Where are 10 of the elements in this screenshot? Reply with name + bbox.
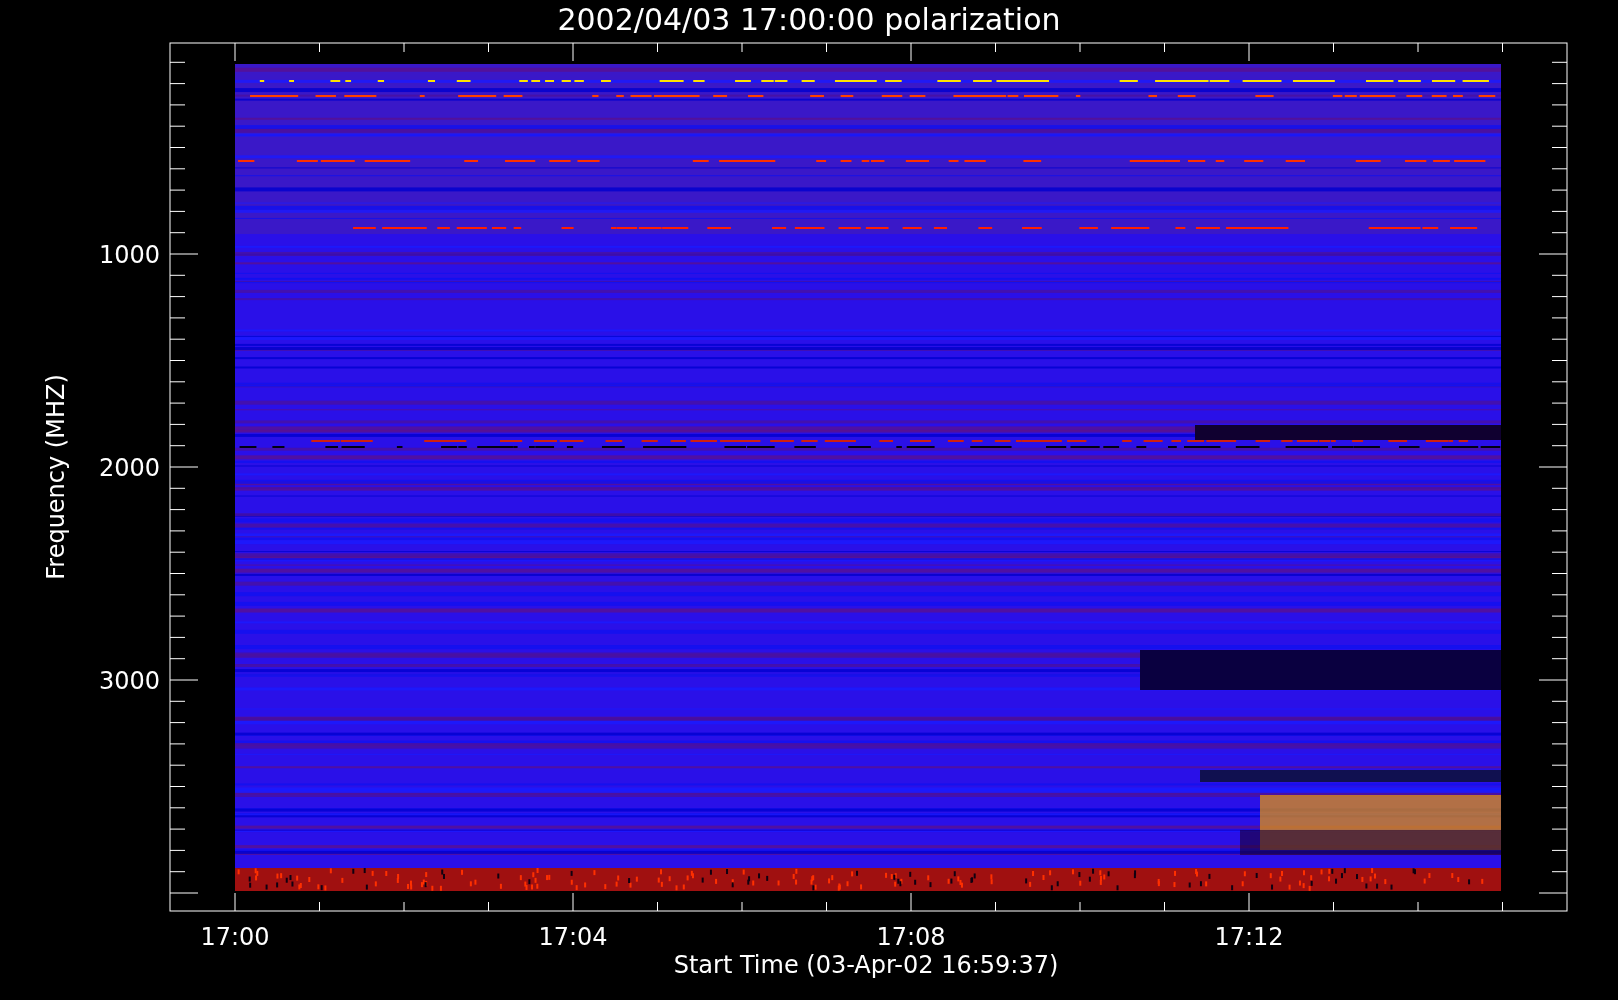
y-tick-label: 1000 xyxy=(98,241,160,269)
x-tick-label: 17:12 xyxy=(1214,923,1284,951)
x-tick-label: 17:08 xyxy=(876,923,946,951)
x-axis-title: Start Time (03-Apr-02 16:59:37) xyxy=(673,951,1059,979)
y-tick-label: 3000 xyxy=(98,667,160,695)
x-tick-label: 17:04 xyxy=(538,923,608,951)
x-tick-label: 17:00 xyxy=(200,923,270,951)
y-tick-label: 2000 xyxy=(98,454,160,482)
y-axis-title: Frequency (MHZ) xyxy=(42,374,70,580)
chart-title: 2002/04/03 17:00:00 polarization xyxy=(557,2,1061,37)
